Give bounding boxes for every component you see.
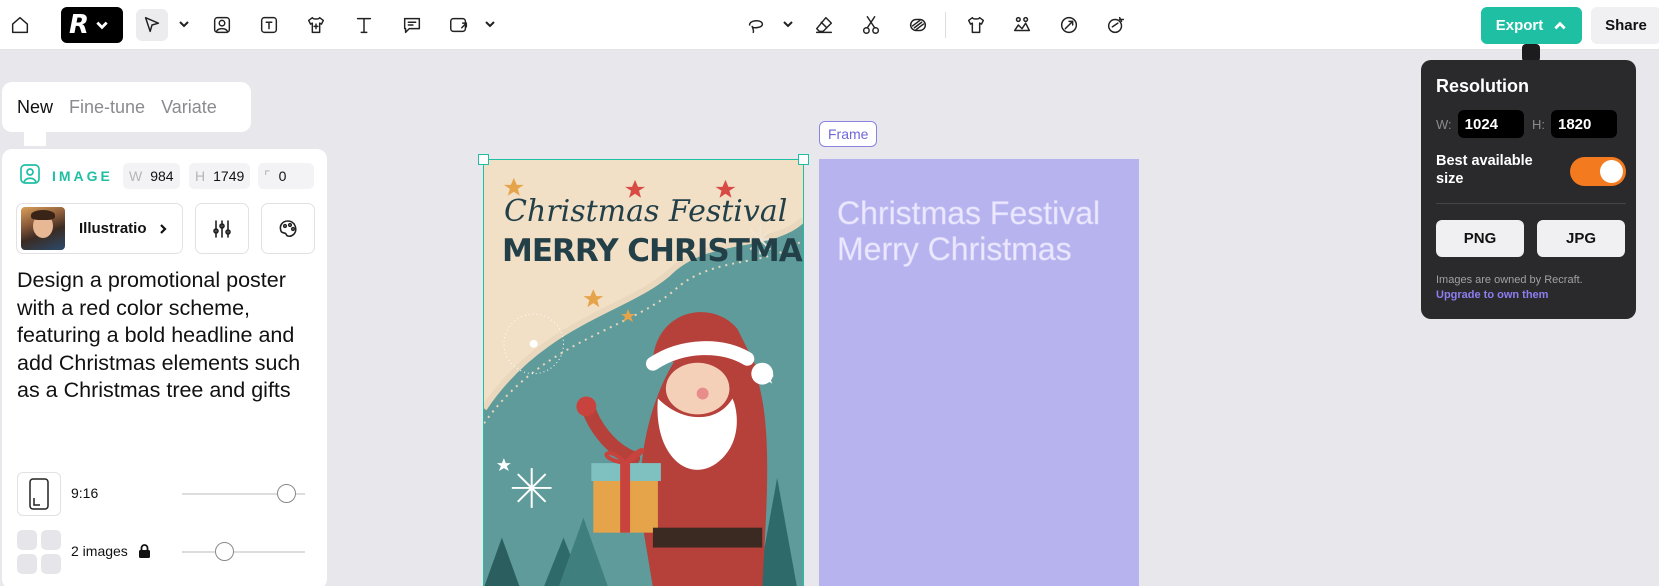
expand-icon[interactable] xyxy=(1006,9,1038,41)
image-count-slider[interactable] xyxy=(182,542,305,561)
recraft-logo: R xyxy=(69,10,90,40)
tab-new[interactable]: New xyxy=(17,97,53,118)
image-count-button[interactable] xyxy=(17,530,61,574)
poster-headline-2: MERRY CHRISTMAS xyxy=(502,233,804,269)
poster-headline-1: Christmas Festival xyxy=(504,194,788,229)
upload-icon[interactable] xyxy=(443,9,475,41)
generated-poster-image[interactable]: Christmas Festival MERRY CHRISTMAS xyxy=(483,159,804,586)
grid-cell xyxy=(41,554,61,574)
best-size-toggle[interactable] xyxy=(1570,157,1626,186)
chevron-down-icon xyxy=(96,21,108,30)
retouch-icon[interactable] xyxy=(1100,9,1132,41)
tab-fine-tune[interactable]: Fine-tune xyxy=(69,97,145,118)
export-height-input[interactable]: 1820 xyxy=(1551,110,1617,138)
width-value: 984 xyxy=(150,168,174,184)
aspect-ratio-row: 9:16 xyxy=(17,472,317,516)
export-width-input[interactable]: 1024 xyxy=(1457,110,1524,138)
grid-cell xyxy=(41,530,61,550)
width-field[interactable]: W 984 xyxy=(123,163,180,189)
chevron-up-icon xyxy=(1554,21,1566,29)
image-count-label-wrap: 2 images xyxy=(71,543,151,559)
export-popover: Resolution W: 1024 H: 1820 Best availabl… xyxy=(1421,60,1636,319)
image-tool-icon[interactable] xyxy=(206,9,238,41)
popover-divider xyxy=(1436,203,1626,204)
generation-panel: IMAGE W 984 H 1749 ⌜ 0 Illustratio Desig… xyxy=(2,149,327,586)
style-thumbnail xyxy=(21,207,65,250)
corner-radius-field[interactable]: ⌜ 0 xyxy=(258,163,314,189)
export-height-field[interactable]: H: 1820 xyxy=(1532,110,1617,138)
tab-variate[interactable]: Variate xyxy=(161,97,217,118)
lasso-icon[interactable] xyxy=(740,9,772,41)
toolbar-divider xyxy=(945,12,946,38)
grid-cell xyxy=(17,530,37,550)
tab-notch xyxy=(24,131,46,146)
prompt-text[interactable]: Design a promotional poster with a red c… xyxy=(17,267,307,405)
export-label: Export xyxy=(1495,17,1544,34)
eraser-icon[interactable] xyxy=(808,9,840,41)
ownership-note: Images are owned by Recraft. xyxy=(1436,274,1583,286)
best-size-label: Best available size xyxy=(1436,153,1533,187)
jpg-button[interactable]: JPG xyxy=(1537,220,1625,257)
style-selector[interactable]: Illustratio xyxy=(16,203,183,254)
image-icon xyxy=(18,162,42,191)
png-button[interactable]: PNG xyxy=(1436,220,1524,257)
corner-radius-icon: ⌜ xyxy=(264,167,271,184)
export-height-key: H: xyxy=(1532,116,1545,132)
home-icon[interactable] xyxy=(4,9,36,41)
scissors-icon[interactable] xyxy=(855,9,887,41)
aspect-ratio-label: 9:16 xyxy=(71,485,99,501)
logo-menu-button[interactable]: R xyxy=(61,7,123,43)
sliders-icon xyxy=(213,219,231,238)
grid-cell xyxy=(17,554,37,574)
mockup-icon[interactable] xyxy=(300,9,332,41)
width-key: W xyxy=(129,168,143,184)
upgrade-link[interactable]: Upgrade to own them xyxy=(1436,289,1548,301)
share-button[interactable]: Share xyxy=(1591,7,1659,44)
type-label: IMAGE xyxy=(52,168,113,184)
text-tool-icon[interactable] xyxy=(348,9,380,41)
text-in-image-icon[interactable] xyxy=(253,9,285,41)
resolution-title: Resolution xyxy=(1436,76,1529,96)
type-row[interactable]: IMAGE xyxy=(18,163,113,189)
inpaint-icon[interactable] xyxy=(1053,9,1085,41)
chevron-down-icon[interactable] xyxy=(484,17,496,31)
frame[interactable]: Christmas Festival Merry Christmas xyxy=(819,159,1139,586)
top-toolbar: R Export Share xyxy=(0,0,1659,50)
height-field[interactable]: H 1749 xyxy=(189,163,251,189)
export-button[interactable]: Export xyxy=(1481,7,1582,44)
frame-text-2[interactable]: Merry Christmas xyxy=(837,231,1072,268)
export-width-field[interactable]: W: 1024 xyxy=(1436,110,1524,138)
image-count-slider-knob[interactable] xyxy=(215,542,235,561)
mode-tabs: New Fine-tune Variate xyxy=(2,82,251,132)
image-count-row: 2 images xyxy=(17,530,317,574)
settings-button[interactable] xyxy=(195,203,249,254)
chevron-down-icon[interactable] xyxy=(178,17,190,31)
aspect-ratio-slider-knob[interactable] xyxy=(276,484,296,503)
style-name: Illustratio xyxy=(79,220,147,237)
lock-icon xyxy=(138,544,150,558)
vectorize-icon[interactable] xyxy=(902,9,934,41)
frame-text-1[interactable]: Christmas Festival xyxy=(837,195,1101,232)
export-width-key: W: xyxy=(1436,116,1452,132)
chevron-down-icon[interactable] xyxy=(782,17,794,31)
height-key: H xyxy=(195,168,206,184)
aspect-ratio-button[interactable] xyxy=(17,472,61,516)
frame-label[interactable]: Frame xyxy=(819,121,878,147)
aspect-ratio-slider[interactable] xyxy=(182,484,305,503)
chevron-right-icon xyxy=(160,223,167,234)
height-value: 1749 xyxy=(213,168,245,184)
tshirt-icon[interactable] xyxy=(960,9,992,41)
palette-icon xyxy=(279,219,297,237)
comment-icon[interactable] xyxy=(396,9,428,41)
color-palette-button[interactable] xyxy=(261,203,315,254)
select-tool-icon[interactable] xyxy=(136,9,168,41)
resize-handle-top-left[interactable] xyxy=(478,154,489,165)
image-count-label: 2 images xyxy=(71,543,128,559)
corner-value: 0 xyxy=(278,168,287,184)
resize-handle-top-right[interactable] xyxy=(798,154,809,165)
portrait-phone-icon xyxy=(29,478,49,510)
